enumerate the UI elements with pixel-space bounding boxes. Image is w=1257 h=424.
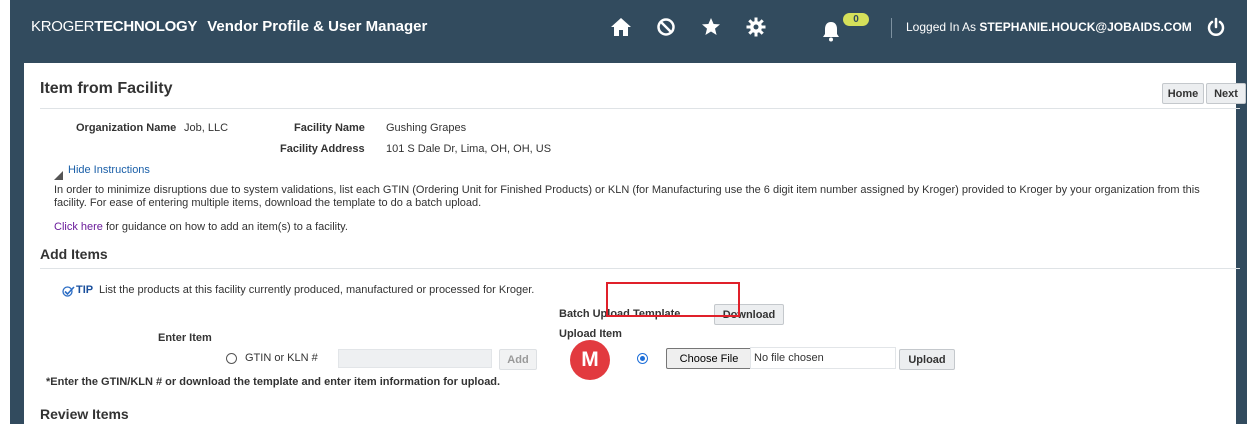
review-items-heading: Review Items <box>40 406 129 422</box>
file-name-field: No file chosen <box>750 347 896 369</box>
brand-kroger: KROGER <box>31 18 95 35</box>
star-icon[interactable] <box>698 14 724 40</box>
divider <box>891 18 892 38</box>
highlight-box <box>606 282 740 317</box>
app-frame: KROGERTECHNOLOGY Vendor Profile & User M… <box>10 0 1247 424</box>
click-here-link[interactable]: Click here <box>54 221 103 233</box>
page-title: Item from Facility <box>40 80 173 97</box>
add-items-heading: Add Items <box>40 246 108 262</box>
upload-button[interactable]: Upload <box>899 349 955 370</box>
bell-icon[interactable] <box>818 18 844 44</box>
tip-check-icon <box>62 284 75 302</box>
add-button[interactable]: Add <box>499 349 537 370</box>
logged-in-status: Logged In As STEPHANIE.HOUCK@JOBAIDS.COM <box>906 20 1192 34</box>
notification-badge: 0 <box>843 13 869 26</box>
gear-icon[interactable] <box>743 14 769 40</box>
power-icon[interactable] <box>1203 14 1229 40</box>
app-title: Vendor Profile & User Manager <box>207 18 428 35</box>
logged-in-user: STEPHANIE.HOUCK@JOBAIDS.COM <box>979 20 1192 34</box>
gtin-label: GTIN or KLN # <box>245 352 318 364</box>
step-marker: M <box>570 340 610 380</box>
block-icon[interactable] <box>653 14 679 40</box>
upload-item-label: Upload Item <box>559 328 622 340</box>
no-file-text: No file chosen <box>754 352 824 364</box>
hide-instructions-link[interactable]: Hide Instructions <box>68 164 150 176</box>
choose-file-button[interactable]: Choose File <box>666 348 752 369</box>
gtin-input[interactable] <box>338 349 492 368</box>
facility-name-value: Gushing Grapes <box>386 122 467 134</box>
brand: KROGERTECHNOLOGY Vendor Profile & User M… <box>31 18 427 35</box>
facility-address-label: Facility Address <box>280 143 365 155</box>
home-icon[interactable] <box>608 14 634 40</box>
facility-name-label: Facility Name <box>294 122 365 134</box>
org-name-value: Job, LLC <box>184 122 229 134</box>
add-items-divider <box>40 268 1240 269</box>
upload-radio[interactable] <box>637 353 648 364</box>
entry-note: *Enter the GTIN/KLN # or download the te… <box>46 376 501 388</box>
main-content: Item from Facility Home Next Organizatio… <box>24 63 1246 424</box>
facility-address-value: 101 S Dale Dr, Lima, OH, OH, US <box>386 143 552 155</box>
guidance-text: for guidance on how to add an item(s) to… <box>102 221 348 233</box>
tip-label: TIP <box>76 284 94 296</box>
guidance-line: Click here for guidance on how to add an… <box>54 221 348 233</box>
org-name-label: Organization Name <box>76 122 177 134</box>
enter-item-label: Enter Item <box>158 332 212 344</box>
top-bar: KROGERTECHNOLOGY Vendor Profile & User M… <box>10 0 1247 58</box>
home-button[interactable]: Home <box>1162 83 1204 104</box>
logged-in-prefix: Logged In As <box>906 20 977 34</box>
title-divider <box>40 108 1240 109</box>
next-button[interactable]: Next <box>1206 83 1246 104</box>
instructions-text: In order to minimize disruptions due to … <box>54 184 1200 209</box>
brand-technology: TECHNOLOGY <box>94 18 198 35</box>
gtin-radio[interactable] <box>226 353 237 364</box>
collapse-triangle-icon[interactable] <box>54 167 63 185</box>
tip-text: List the products at this facility curre… <box>99 284 535 296</box>
